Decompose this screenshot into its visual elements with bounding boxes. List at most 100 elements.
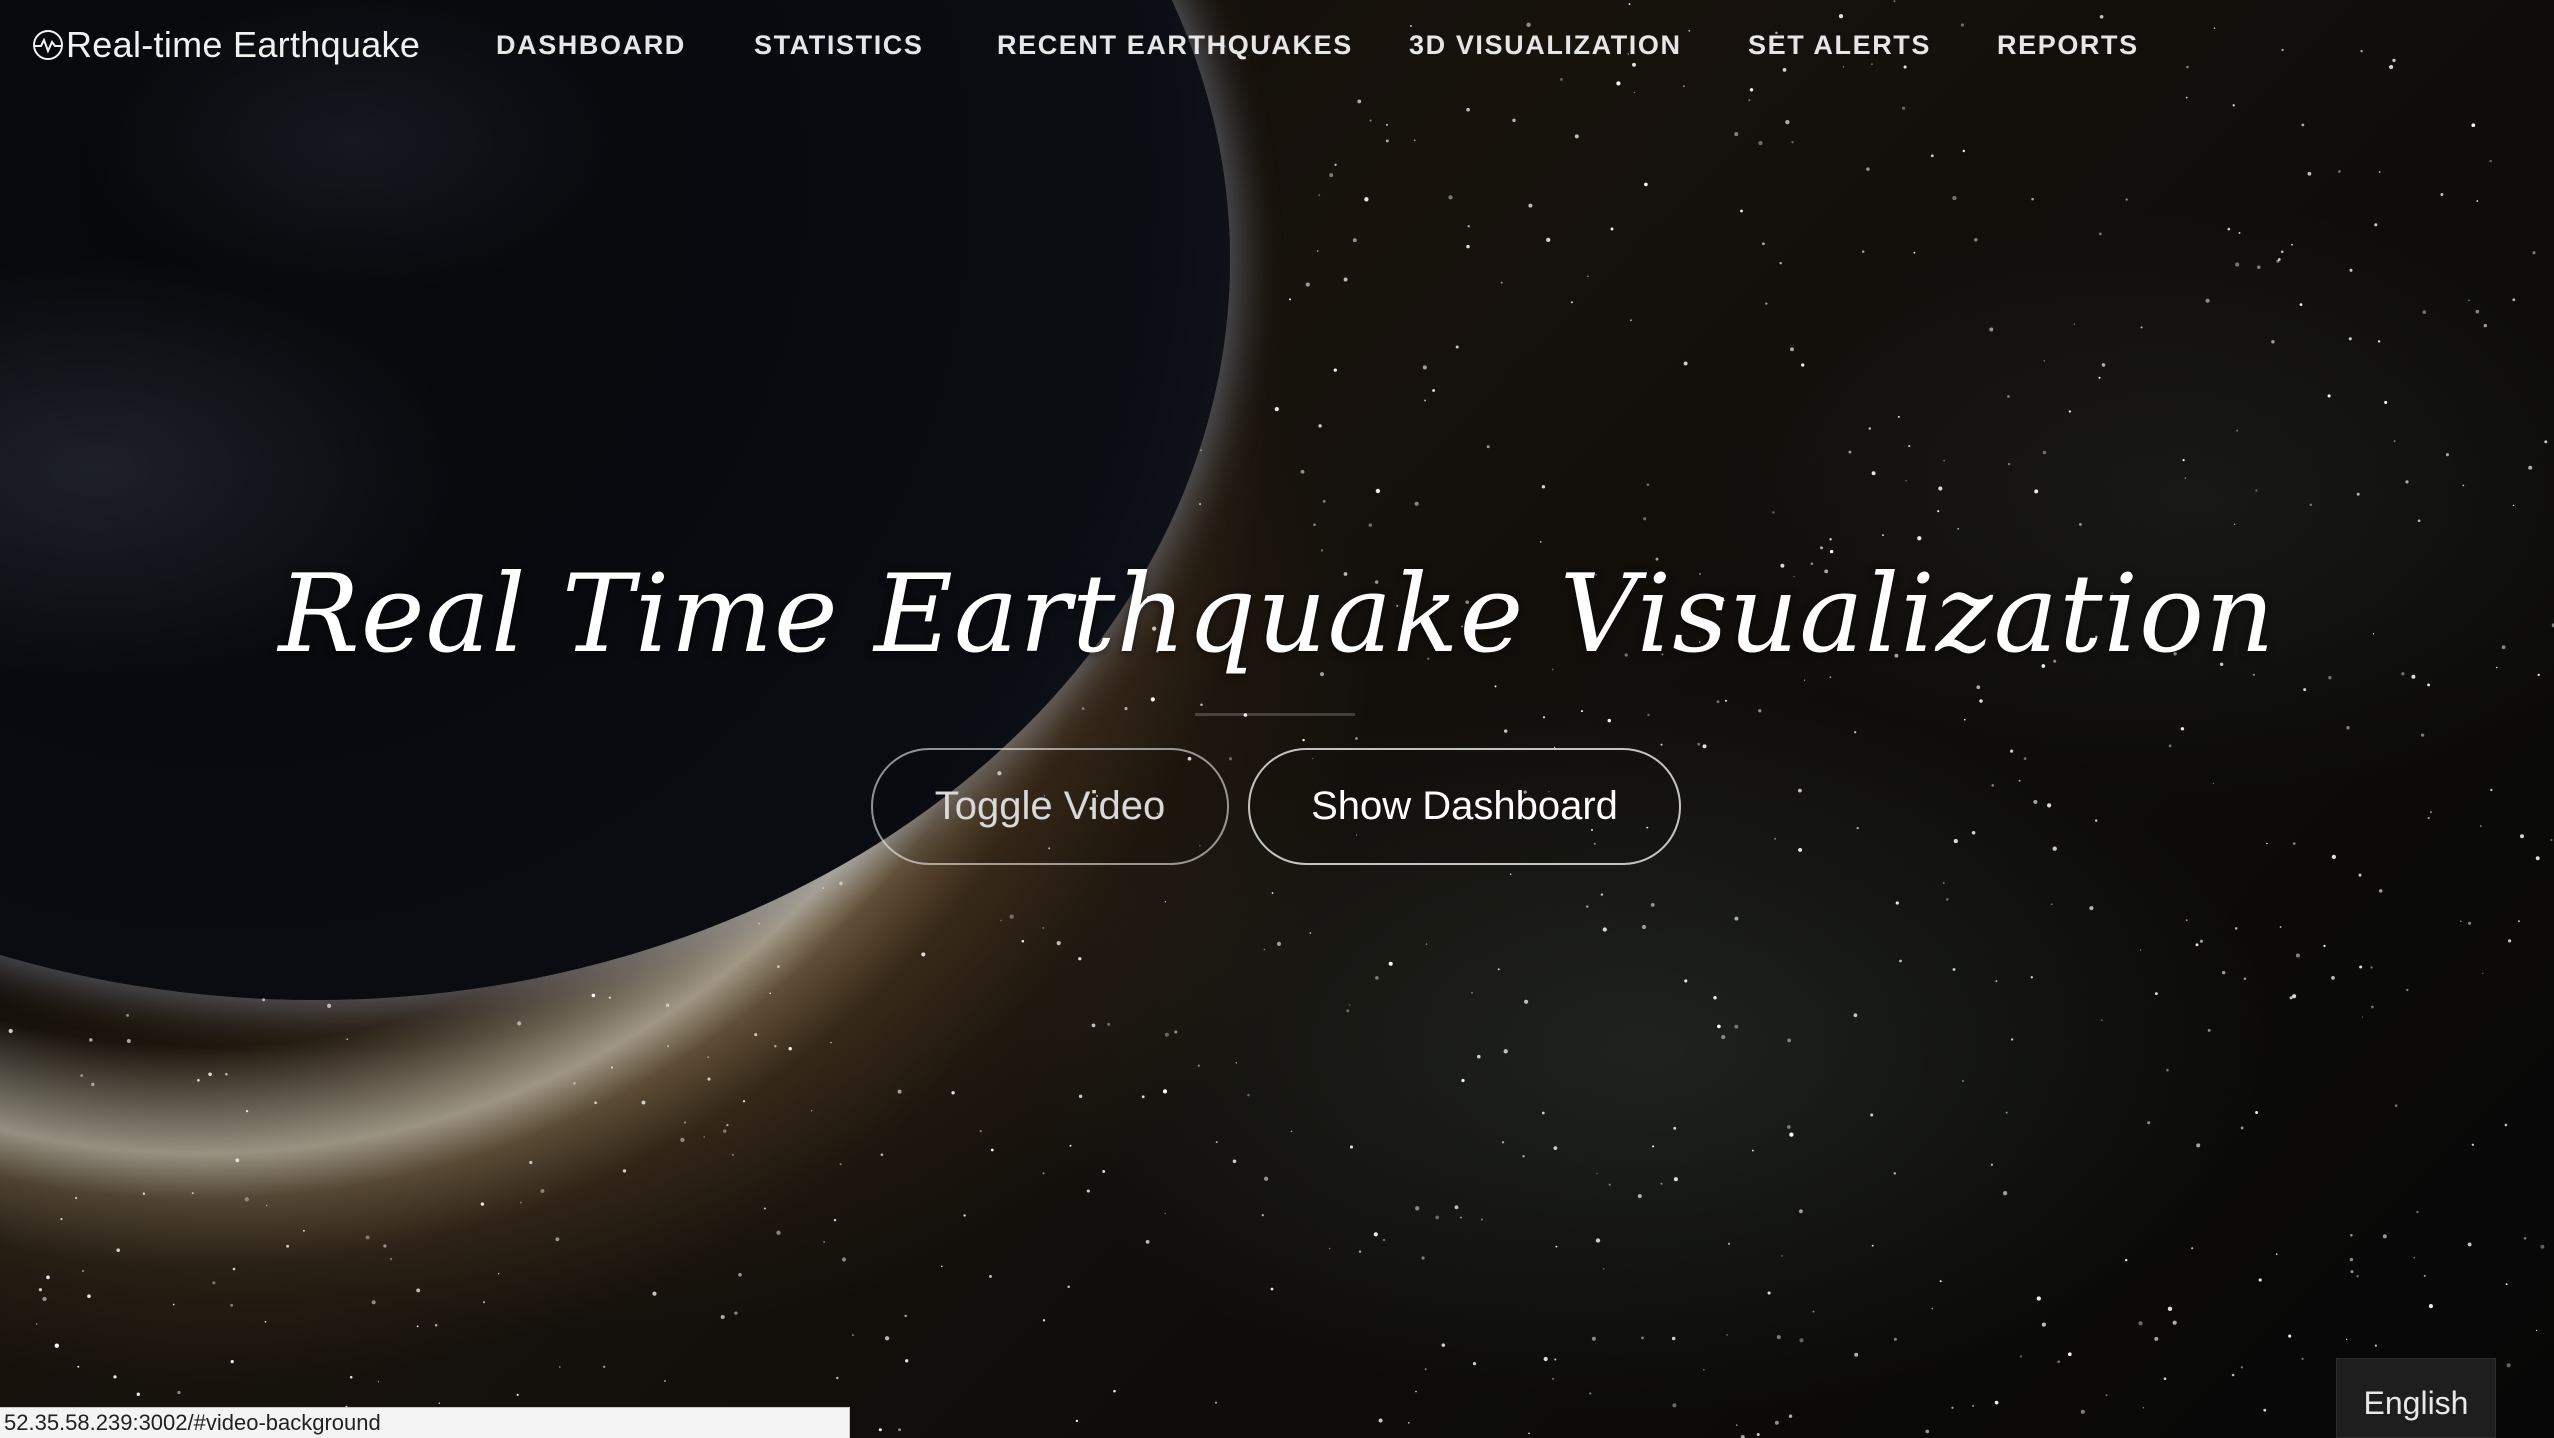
star	[540, 1189, 545, 1193]
star	[1467, 225, 1470, 228]
star	[2291, 243, 2293, 246]
star	[703, 1136, 705, 1138]
star	[2416, 1210, 2419, 1214]
star	[1364, 197, 1369, 202]
star	[1740, 209, 1743, 213]
star	[126, 1039, 131, 1043]
star	[1056, 940, 1061, 946]
nav-set-alerts[interactable]: SET ALERTS	[1748, 30, 1931, 61]
star	[1684, 979, 1688, 983]
star	[1995, 980, 1998, 983]
star	[2240, 1126, 2244, 1130]
star	[2512, 504, 2515, 507]
star	[1781, 1255, 1783, 1257]
nav-3d-visualization[interactable]: 3D VISUALIZATION	[1409, 30, 1682, 61]
star	[2184, 477, 2187, 479]
star	[652, 1291, 657, 1296]
star	[2033, 799, 2038, 804]
star	[788, 1047, 792, 1051]
star	[1660, 743, 1663, 746]
star	[1349, 1004, 1351, 1006]
star	[1734, 132, 1739, 137]
star	[1322, 500, 1326, 503]
star	[1141, 1095, 1145, 1099]
star	[680, 1137, 685, 1143]
star	[1373, 1232, 1378, 1237]
star	[1512, 118, 1516, 123]
nav-recent-earthquakes[interactable]: RECENT EARTHQUAKES	[997, 30, 1353, 61]
star	[2105, 1394, 2108, 1397]
star	[2301, 123, 2305, 127]
star	[2475, 309, 2480, 314]
star	[1290, 1130, 1293, 1133]
star	[2508, 939, 2512, 943]
star	[2098, 232, 2102, 236]
star	[1378, 1418, 1383, 1423]
nav-reports[interactable]: REPORTS	[1997, 30, 2139, 61]
star	[2010, 749, 2014, 753]
brand-name: Real-time Earthquake	[66, 24, 421, 65]
star	[884, 1336, 890, 1341]
star	[1368, 523, 1373, 527]
star	[2427, 817, 2430, 820]
nav-statistics[interactable]: STATISTICS	[754, 30, 924, 61]
link-status-bar: 52.35.58.239:3002/#video-background	[0, 1407, 850, 1438]
star	[416, 1288, 421, 1293]
star	[516, 1393, 519, 1396]
star	[1197, 1064, 1200, 1067]
star	[1543, 1356, 1548, 1362]
star	[2101, 1019, 2103, 1021]
star	[1382, 1238, 1386, 1242]
star	[1235, 1062, 1238, 1064]
star	[1974, 238, 1978, 242]
star	[851, 1334, 854, 1337]
star	[1930, 154, 1934, 158]
nav-dashboard[interactable]: DASHBOARD	[496, 30, 686, 61]
star	[529, 1160, 533, 1165]
star	[1643, 517, 1647, 521]
star	[2374, 1344, 2377, 1347]
star	[2036, 1296, 2041, 1301]
star	[1646, 483, 1650, 487]
star	[2518, 920, 2520, 923]
star	[1942, 882, 1945, 884]
star	[1162, 1089, 1168, 1094]
language-selector[interactable]: English	[2336, 1358, 2496, 1438]
star	[1905, 480, 1907, 482]
star	[2277, 258, 2281, 261]
star	[823, 1241, 825, 1243]
star	[2346, 1338, 2348, 1341]
star	[89, 1038, 93, 1042]
star	[2007, 395, 2010, 398]
star	[177, 1390, 181, 1395]
star	[1673, 1126, 1677, 1130]
star	[87, 1294, 91, 1299]
star	[2346, 726, 2350, 730]
star	[2207, 1028, 2211, 1032]
star	[830, 1041, 832, 1044]
star	[2182, 459, 2185, 462]
star	[346, 1038, 349, 1041]
star	[1503, 729, 1508, 733]
star	[246, 1110, 249, 1113]
brand-link[interactable]: Real-time Earthquake	[32, 24, 420, 66]
star	[2394, 1104, 2398, 1108]
star	[2094, 819, 2098, 822]
star	[1334, 163, 1337, 166]
star	[2289, 996, 2293, 1000]
star	[1610, 227, 1614, 231]
star	[1683, 361, 1688, 366]
show-dashboard-button[interactable]: Show Dashboard	[1248, 748, 1681, 865]
star	[1721, 1035, 1726, 1040]
star	[302, 1229, 305, 1232]
star	[1164, 901, 1166, 903]
star	[244, 1197, 249, 1202]
star	[1328, 1247, 1331, 1250]
star	[2292, 842, 2296, 845]
star	[1630, 319, 1632, 321]
star	[1963, 718, 1966, 721]
star	[1591, 1336, 1596, 1341]
star	[1899, 959, 1902, 963]
star	[2471, 1143, 2474, 1146]
toggle-video-button[interactable]: Toggle Video	[871, 748, 1229, 865]
